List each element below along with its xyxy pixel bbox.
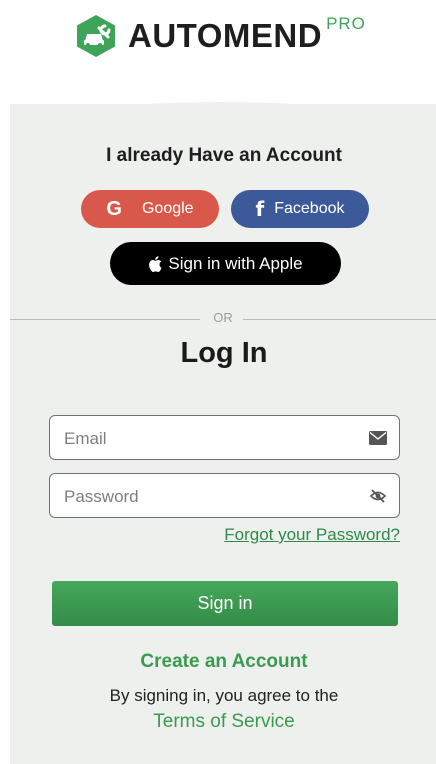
password-input[interactable] (62, 474, 356, 519)
create-account-link[interactable]: Create an Account (0, 651, 436, 673)
page-title: Log In (180, 337, 268, 369)
app-header: AUTOMEND PRO (0, 0, 436, 90)
password-field[interactable] (49, 473, 400, 519)
email-field[interactable] (49, 415, 400, 461)
brand-logo: AUTOMEND PRO (74, 10, 366, 62)
envelope-icon (369, 431, 387, 445)
hexagon-car-wrench-icon (77, 15, 115, 57)
forgot-password-link[interactable]: Forgot your Password? (224, 525, 400, 545)
apple-label: Sign in with Apple (168, 253, 303, 273)
panel-curve (10, 102, 436, 132)
email-input[interactable] (62, 416, 356, 461)
apple-icon (149, 255, 162, 272)
facebook-label: Facebook (274, 200, 345, 217)
social-heading: I already Have an Account (106, 145, 342, 166)
facebook-icon: f (255, 197, 265, 221)
terms-agreement-text: By signing in, you agree to the (109, 686, 339, 705)
eye-slash-icon[interactable] (369, 488, 387, 504)
brand-name: AUTOMEND (128, 17, 323, 54)
or-divider: OR (10, 310, 436, 328)
google-label: Google (141, 200, 194, 217)
or-label: OR (213, 310, 233, 325)
sign-in-button[interactable]: Sign in (52, 581, 398, 626)
brand-suffix: PRO (326, 14, 366, 33)
apple-signin-button[interactable]: Sign in with Apple (110, 242, 341, 285)
google-signin-button[interactable]: G Google (81, 190, 219, 228)
terms-of-service-link[interactable]: Terms of Service (0, 711, 436, 733)
google-icon: G (106, 197, 122, 220)
facebook-signin-button[interactable]: f Facebook (231, 190, 369, 228)
